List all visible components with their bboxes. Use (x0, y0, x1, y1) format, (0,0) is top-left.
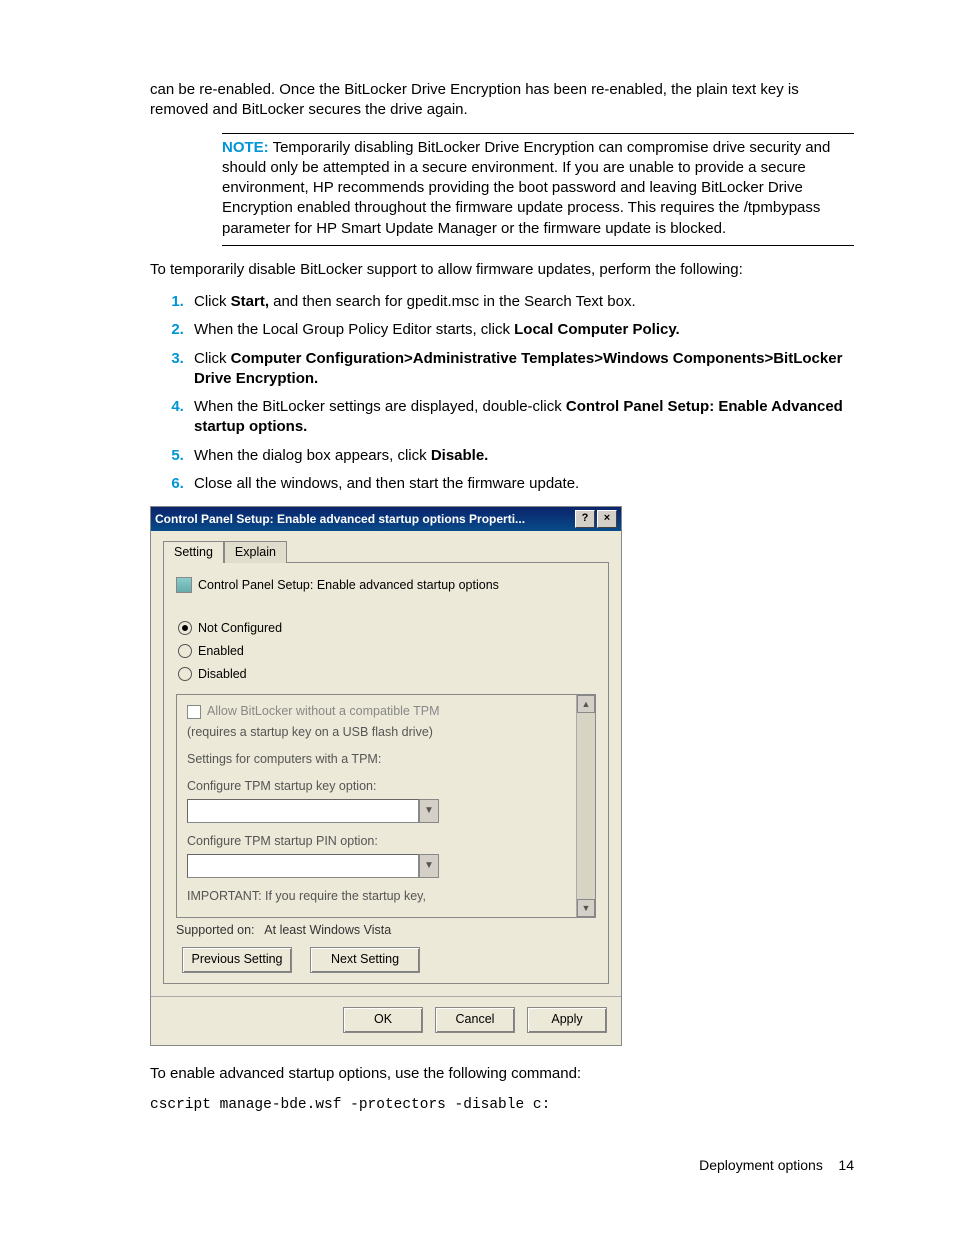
scroll-up-icon[interactable]: ▲ (577, 695, 595, 713)
cfg-key-combo[interactable] (187, 799, 419, 823)
footer-page-number: 14 (838, 1157, 854, 1173)
apply-button[interactable]: Apply (527, 1007, 607, 1033)
step-6: Close all the windows, and then start th… (188, 474, 854, 494)
dialog-titlebar: Control Panel Setup: Enable advanced sta… (151, 507, 621, 531)
options-scrollbar[interactable]: ▲ ▼ (576, 695, 595, 916)
previous-setting-button[interactable]: Previous Setting (182, 947, 292, 973)
cfg-pin-label: Configure TPM startup PIN option: (187, 833, 573, 850)
step-5: When the dialog box appears, click Disab… (188, 446, 854, 466)
radio-disabled[interactable]: Disabled (178, 666, 596, 683)
ok-button[interactable]: OK (343, 1007, 423, 1033)
command-code: cscript manage-bde.wsf -protectors -disa… (150, 1096, 854, 1116)
step-3: Click Computer Configuration>Administrat… (188, 349, 854, 390)
checkbox-label: Allow BitLocker without a compatible TPM (207, 703, 440, 720)
chevron-down-icon[interactable]: ▼ (419, 854, 439, 878)
supported-on: Supported on: At least Windows Vista (176, 922, 596, 939)
checkbox-allow-no-tpm[interactable] (187, 705, 201, 719)
important-note: IMPORTANT: If you require the startup ke… (187, 888, 573, 905)
radio-label: Not Configured (198, 620, 282, 637)
footer-section: Deployment options (699, 1157, 823, 1173)
steps-list: Click Start, and then search for gpedit.… (150, 292, 854, 494)
help-button[interactable]: ? (575, 510, 595, 528)
step-2: When the Local Group Policy Editor start… (188, 320, 854, 340)
after-dialog-paragraph: To enable advanced startup options, use … (150, 1064, 854, 1084)
radio-icon (178, 644, 192, 658)
step-1: Click Start, and then search for gpedit.… (188, 292, 854, 312)
radio-label: Disabled (198, 666, 247, 683)
radio-icon (178, 621, 192, 635)
cfg-key-label: Configure TPM startup key option: (187, 778, 573, 795)
lead-in-paragraph: To temporarily disable BitLocker support… (150, 260, 854, 280)
checkbox-sublabel: (requires a startup key on a USB flash d… (187, 724, 573, 741)
cancel-button[interactable]: Cancel (435, 1007, 515, 1033)
cfg-pin-combo[interactable] (187, 854, 419, 878)
tab-setting[interactable]: Setting (163, 541, 224, 563)
radio-enabled[interactable]: Enabled (178, 643, 596, 660)
chevron-down-icon[interactable]: ▼ (419, 799, 439, 823)
options-panel: ▲ ▼ Allow BitLocker without a compatible… (176, 694, 596, 917)
page-footer: Deployment options 14 (699, 1156, 854, 1175)
note-block: NOTE: Temporarily disabling BitLocker Dr… (222, 133, 854, 246)
setting-icon (176, 577, 192, 593)
settings-tpm-label: Settings for computers with a TPM: (187, 751, 573, 768)
radio-not-configured[interactable]: Not Configured (178, 620, 596, 637)
radio-icon (178, 667, 192, 681)
gp-dialog: Control Panel Setup: Enable advanced sta… (150, 506, 622, 1046)
close-button[interactable]: × (597, 510, 617, 528)
next-setting-button[interactable]: Next Setting (310, 947, 420, 973)
scroll-down-icon[interactable]: ▼ (577, 899, 595, 917)
note-label: NOTE: (222, 139, 269, 156)
intro-paragraph: can be re-enabled. Once the BitLocker Dr… (150, 80, 854, 121)
dialog-tabs: Setting Explain (163, 541, 609, 563)
note-text: Temporarily disabling BitLocker Drive En… (222, 139, 830, 237)
step-4: When the BitLocker settings are displaye… (188, 397, 854, 438)
tab-explain[interactable]: Explain (224, 541, 287, 563)
radio-label: Enabled (198, 643, 244, 660)
setting-name: Control Panel Setup: Enable advanced sta… (198, 577, 499, 594)
dialog-title: Control Panel Setup: Enable advanced sta… (155, 511, 573, 527)
